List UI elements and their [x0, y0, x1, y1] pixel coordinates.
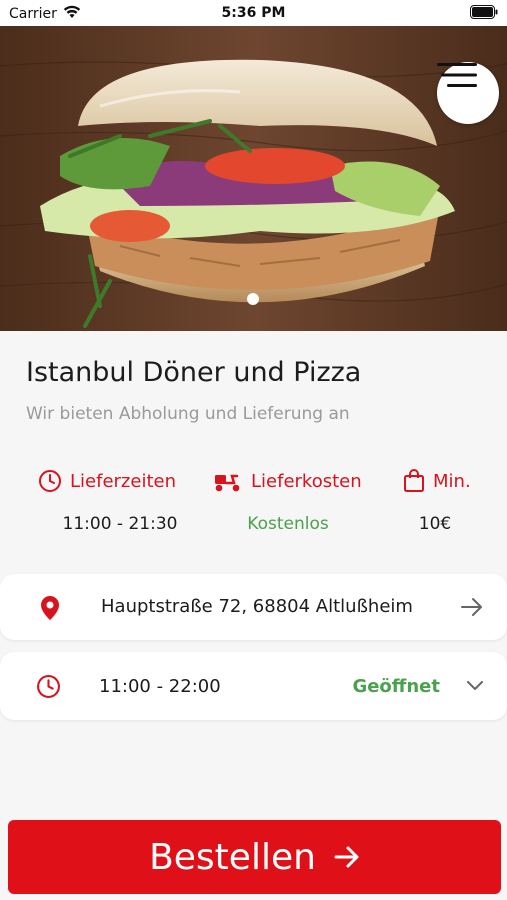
- hero-image: [0, 26, 507, 331]
- minimum-value: 10€: [418, 514, 452, 534]
- delivery-times-label: Lieferzeiten: [70, 470, 176, 492]
- stats-row: Lieferzeiten Lieferkosten Min. 11:00 - 2…: [0, 469, 507, 549]
- delivery-cost-value: Kostenlos: [247, 514, 329, 534]
- delivery-cost-header: Lieferkosten: [213, 469, 362, 493]
- restaurant-subtitle: Wir bieten Abholung und Lieferung an: [26, 404, 350, 424]
- order-button[interactable]: Bestellen: [8, 820, 501, 894]
- opening-hours-card[interactable]: 11:00 - 22:00 Geöffnet: [0, 652, 507, 720]
- opening-hours-text: 11:00 - 22:00: [99, 676, 221, 697]
- shopping-bag-icon: [404, 469, 424, 492]
- battery-icon: [470, 5, 498, 23]
- scooter-icon: [215, 474, 240, 492]
- location-pin-icon: [41, 596, 59, 620]
- carousel-indicator[interactable]: [247, 293, 259, 305]
- clock-icon: [37, 675, 60, 698]
- clock-icon: [39, 470, 61, 492]
- doner-sandwich-image: [0, 26, 507, 331]
- arrow-right-icon: [334, 846, 359, 868]
- address-text: Hauptstraße 72, 68804 Altlußheim: [101, 596, 413, 617]
- minimum-label: Min.: [433, 470, 471, 492]
- minimum-header: Min.: [403, 469, 471, 493]
- hamburger-menu-icon: [437, 63, 477, 87]
- delivery-times-value: 11:00 - 21:30: [62, 514, 178, 534]
- arrow-right-icon: [461, 598, 482, 616]
- order-button-label: Bestellen: [149, 836, 316, 878]
- open-status-label: Geöffnet: [352, 676, 440, 697]
- delivery-cost-label: Lieferkosten: [251, 470, 362, 492]
- menu-button[interactable]: [437, 62, 499, 124]
- address-card[interactable]: Hauptstraße 72, 68804 Altlußheim: [0, 574, 507, 640]
- delivery-times-header: Lieferzeiten: [38, 469, 176, 493]
- restaurant-name: Istanbul Döner und Pizza: [26, 357, 362, 388]
- status-time: 5:36 PM: [221, 5, 286, 21]
- chevron-down-icon: [467, 681, 483, 690]
- restaurant-info: Istanbul Döner und Pizza Wir bieten Abho…: [0, 331, 507, 561]
- status-bar: Carrier 5:36 PM: [0, 0, 507, 26]
